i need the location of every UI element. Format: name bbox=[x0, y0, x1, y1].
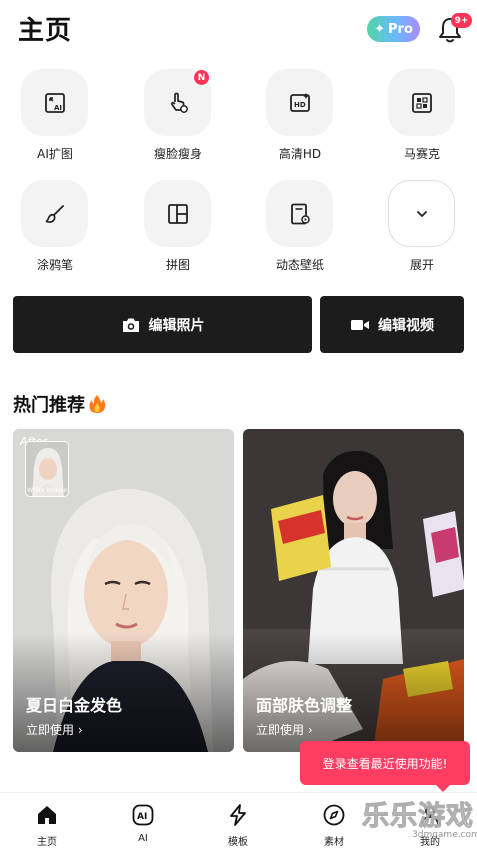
tool-tile bbox=[266, 180, 333, 247]
video-camera-icon bbox=[351, 319, 369, 330]
ai-expand-icon: AI bbox=[44, 92, 65, 113]
edit-photo-label: 编辑照片 bbox=[148, 317, 205, 334]
tool-tile: HD bbox=[266, 69, 333, 136]
watermark: 乐乐游戏 3dmgame.com bbox=[362, 794, 477, 846]
tool-tile bbox=[21, 180, 88, 247]
tab-home[interactable]: 主页 bbox=[17, 793, 77, 848]
svg-text:AI: AI bbox=[54, 104, 62, 112]
pro-button[interactable]: ✦ Pro bbox=[367, 16, 420, 42]
tool-label: 高清HD bbox=[278, 147, 322, 161]
tool-tile bbox=[144, 180, 211, 247]
tool-label: 拼图 bbox=[165, 258, 190, 272]
pro-label: Pro bbox=[388, 21, 413, 37]
svg-text:AI: AI bbox=[137, 812, 147, 822]
tab-templates[interactable]: 模板 bbox=[208, 793, 268, 848]
collage-icon bbox=[167, 203, 188, 224]
card-title: 夏日白金发色 bbox=[26, 696, 123, 715]
tool-label: AI扩图 bbox=[37, 147, 73, 161]
chevron-down-icon bbox=[416, 210, 427, 217]
tab-ai[interactable]: AI AI bbox=[113, 793, 173, 848]
before-thumbnail: White blonde bbox=[25, 441, 69, 497]
section-title: 热门推荐 bbox=[13, 391, 106, 417]
tool-label: 涂鸦笔 bbox=[36, 258, 73, 272]
section-title-text: 热门推荐 bbox=[13, 395, 85, 416]
lightning-icon bbox=[230, 804, 246, 826]
tool-label: 马赛克 bbox=[403, 147, 440, 161]
header: 主页 ✦ Pro 9+ bbox=[0, 0, 477, 58]
tool-tile: AI bbox=[21, 69, 88, 136]
card-title: 面部肤色调整 bbox=[256, 696, 353, 715]
recommend-card-blonde[interactable]: After White blonde 夏日白金发色 立即使用 › bbox=[13, 429, 234, 752]
sparkle-icon: ✦ bbox=[374, 21, 386, 37]
recommend-card-skin[interactable]: 面部肤色调整 立即使用 › bbox=[243, 429, 464, 752]
home-icon bbox=[38, 806, 56, 824]
use-now-link[interactable]: 立即使用 › bbox=[26, 721, 83, 738]
edit-video-button[interactable]: 编辑视频 bbox=[320, 296, 464, 353]
edit-video-label: 编辑视频 bbox=[378, 317, 434, 334]
fire-icon bbox=[89, 395, 106, 413]
use-now-link[interactable]: 立即使用 › bbox=[256, 721, 313, 738]
watermark-url: 3dmgame.com bbox=[412, 830, 477, 840]
login-tooltip[interactable]: 登录查看最近使用功能! bbox=[300, 741, 470, 792]
ai-icon: AI bbox=[132, 804, 154, 826]
tool-label: 瘦脸瘦身 bbox=[153, 147, 202, 161]
new-badge: N bbox=[193, 69, 210, 86]
notification-badge: 9+ bbox=[451, 13, 472, 28]
live-wallpaper-icon bbox=[290, 203, 310, 224]
compass-icon bbox=[323, 804, 345, 826]
tool-tile bbox=[388, 69, 455, 136]
mosaic-icon bbox=[411, 92, 432, 113]
tab-materials[interactable]: 素材 bbox=[304, 793, 364, 848]
tab-label: 主页 bbox=[37, 837, 57, 848]
page-title: 主页 bbox=[18, 16, 73, 46]
tool-tile bbox=[388, 180, 455, 247]
tab-label: 模板 bbox=[228, 837, 248, 848]
hand-touch-icon bbox=[170, 92, 188, 113]
tool-label: 动态壁纸 bbox=[275, 258, 324, 272]
tab-label: AI bbox=[138, 833, 148, 844]
svg-text:HD: HD bbox=[294, 101, 306, 109]
tool-label: 展开 bbox=[409, 258, 434, 272]
brush-icon bbox=[45, 204, 64, 223]
watermark-text: 乐乐游戏 bbox=[362, 801, 474, 833]
thumbnail-caption: White blonde bbox=[27, 487, 67, 494]
hd-icon: HD bbox=[289, 92, 310, 112]
camera-icon bbox=[122, 318, 139, 332]
edit-photo-button[interactable]: 编辑照片 bbox=[13, 296, 312, 353]
tab-label: 素材 bbox=[324, 837, 344, 848]
